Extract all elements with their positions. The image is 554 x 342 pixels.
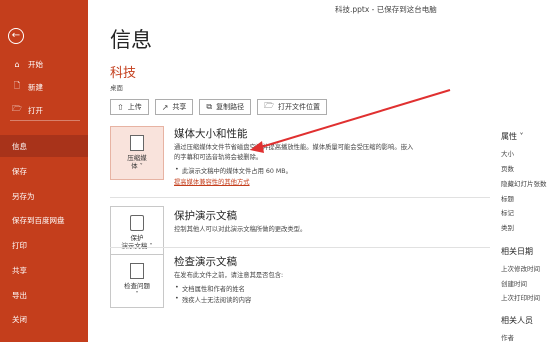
last-modified-label: 上次修改时间 [501, 265, 540, 273]
sidebar-item-label: 另存为 [12, 191, 35, 201]
sidebar-item-home[interactable]: ⌂ 开始 [0, 53, 88, 75]
inspect-section: 检查问题 ˅ 检查演示文稿 在发布此文件之前，请注意其是否包含: 文档属性和作者… [110, 252, 490, 342]
media-compatibility-link[interactable]: 提高媒体兼容性的其他方式 [174, 177, 250, 186]
sidebar-item-save-as[interactable]: 另存为 [0, 185, 88, 207]
document-name: 科技 [110, 66, 137, 81]
created-label: 创建时间 [501, 280, 527, 288]
compress-media-label: 压缩媒 体 ˅ [127, 154, 147, 170]
back-arrow-icon[interactable]: ← [8, 28, 24, 44]
copy-icon: ⧉ [206, 102, 213, 111]
media-section-title: 媒体大小和性能 [174, 128, 248, 140]
open-location-label: 打开文件位置 [278, 103, 321, 111]
sidebar-divider [10, 120, 80, 121]
inspect-icon [130, 263, 144, 280]
media-section-desc-1: 通过压缩媒体文件节省磁盘空间并提高播放性能。媒体质量可能会受压缩的影响。嵌入 [174, 144, 414, 151]
copy-path-button[interactable]: ⧉ 复制路径 [199, 99, 252, 115]
sidebar-item-share[interactable]: 共享 [0, 259, 88, 281]
property-tags: 标记 [501, 209, 514, 217]
info-toolbar: ⇧ 上传 ↗ 共享 ⧉ 复制路径 🗁 打开文件位置 [110, 99, 328, 115]
check-issues-label: 检查问题 ˅ [124, 282, 150, 298]
related-people-header: 相关人员 [501, 316, 533, 325]
section-divider [110, 247, 490, 248]
home-icon: ⌂ [14, 59, 20, 69]
sidebar-item-save-baidu[interactable]: 保存到百度网盘 [0, 209, 88, 231]
author-label: 作者 [501, 334, 514, 342]
property-title: 标题 [501, 195, 514, 203]
check-issues-button[interactable]: 检查问题 ˅ [110, 254, 164, 308]
inspect-section-title: 检查演示文稿 [174, 256, 237, 268]
protect-label: 保护 演示文稿 ˅ [121, 234, 153, 250]
lock-icon [130, 215, 144, 232]
inspect-bullet-1: 文档属性和作者的姓名 [175, 284, 245, 293]
sidebar-item-label: 共享 [12, 265, 27, 275]
sidebar-item-new[interactable]: 🗋 新建 [0, 76, 88, 98]
sidebar-item-info[interactable]: 信息 [0, 135, 88, 157]
upload-icon: ⇧ [117, 102, 124, 112]
section-divider [110, 197, 490, 198]
sidebar-item-label: 保存 [12, 166, 27, 176]
sidebar-item-open[interactable]: 🗁 打开 [0, 99, 88, 121]
sidebar-item-label: 信息 [12, 141, 27, 151]
share-button[interactable]: ↗ 共享 [154, 99, 194, 115]
sidebar-item-label: 打开 [28, 105, 43, 115]
related-dates-header: 相关日期 [501, 247, 533, 256]
sidebar-item-print[interactable]: 打印 [0, 234, 88, 256]
sidebar-item-close[interactable]: 关闭 [0, 308, 88, 330]
property-pages: 页数 [501, 165, 514, 173]
property-hidden-slides: 隐藏幻灯片张数 [501, 180, 547, 188]
sidebar-item-label: 打印 [12, 240, 27, 250]
media-section-desc-2: 的字幕和可选音轨将会被删除。 [174, 154, 263, 161]
media-size-bullet: 此演示文稿中的媒体文件占用 60 MB。 [175, 166, 292, 175]
upload-label: 上传 [127, 103, 142, 111]
new-file-icon: 🗋 [13, 81, 21, 90]
sidebar-item-save[interactable]: 保存 [0, 160, 88, 182]
property-size: 大小 [501, 150, 514, 158]
compress-media-button[interactable]: 压缩媒 体 ˅ [110, 126, 164, 180]
backstage-sidebar: ← ⌂ 开始 🗋 新建 🗁 打开 信息 保存 另存为 保存到百度网盘 打印 共享… [0, 0, 88, 342]
media-size-section: 压缩媒 体 ˅ 媒体大小和性能 通过压缩媒体文件节省磁盘空间并提高播放性能。媒体… [110, 124, 490, 194]
upload-button[interactable]: ⇧ 上传 [110, 99, 149, 115]
properties-header[interactable]: 属性 ˅ [501, 131, 524, 142]
sidebar-item-export[interactable]: 导出 [0, 284, 88, 306]
window-title: 科技.pptx - 已保存到这台电脑 [335, 5, 437, 14]
sidebar-item-label: 导出 [12, 290, 27, 300]
sidebar-item-label: 开始 [28, 59, 43, 69]
sidebar-item-label: 新建 [28, 82, 43, 92]
protect-section-title: 保护演示文稿 [174, 210, 237, 222]
inspect-bullet-2: 残疾人士无法阅读的内容 [175, 295, 251, 304]
property-category: 类别 [501, 224, 514, 232]
document-location: 桌面 [110, 84, 123, 92]
page-title: 信息 [110, 28, 152, 52]
sidebar-item-label: 关闭 [12, 314, 27, 324]
share-label: 共享 [172, 103, 187, 111]
compress-media-icon [130, 135, 144, 152]
copy-path-label: 复制路径 [216, 103, 245, 111]
inspect-section-desc: 在发布此文件之前，请注意其是否包含: [174, 272, 284, 279]
open-file-location-button[interactable]: 🗁 打开文件位置 [257, 99, 328, 115]
protect-section-desc: 控制其他人可以对此演示文稿所做的更改类型。 [174, 226, 307, 233]
folder-icon: 🗁 [264, 101, 275, 110]
sidebar-item-label: 保存到百度网盘 [12, 215, 65, 225]
last-printed-label: 上次打印时间 [501, 294, 540, 302]
folder-open-icon: 🗁 [12, 104, 22, 113]
share-icon: ↗ [161, 102, 169, 112]
